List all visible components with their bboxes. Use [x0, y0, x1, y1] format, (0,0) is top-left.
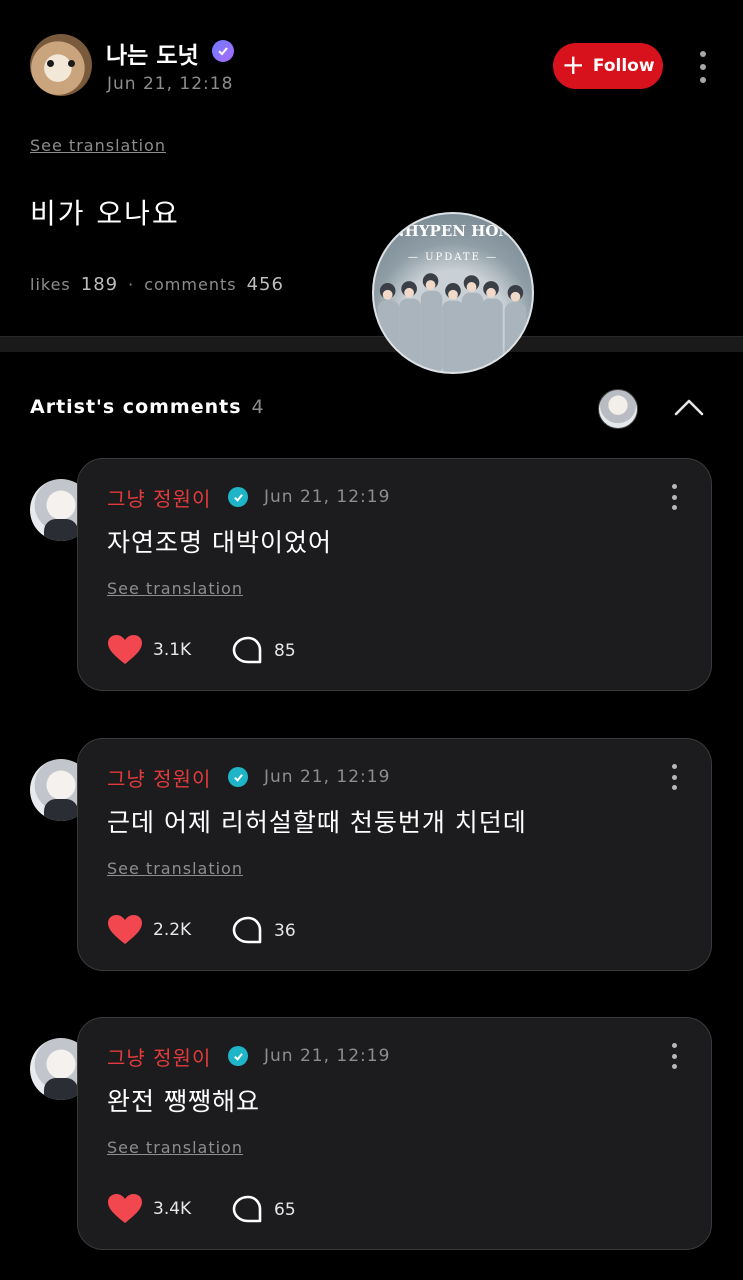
- commenter-name[interactable]: 그냥 정원이: [107, 763, 211, 792]
- heart-icon: [108, 1194, 142, 1223]
- like-button[interactable]: 2.2K: [107, 914, 191, 946]
- reply-count: 85: [274, 641, 296, 661]
- heart-icon: [108, 915, 142, 944]
- reply-button[interactable]: 85: [232, 636, 296, 666]
- comments-count: 456: [246, 274, 284, 295]
- watermark-subtitle: — UPDATE —: [407, 252, 499, 263]
- verified-badge-icon: [228, 1046, 248, 1066]
- follow-label: Follow: [592, 56, 655, 76]
- author-name[interactable]: 나는 도넛: [106, 36, 199, 70]
- like-count: 2.2K: [153, 920, 192, 940]
- like-button[interactable]: 3.1K: [107, 634, 191, 666]
- group-photo-icon: [377, 273, 527, 372]
- like-button[interactable]: 3.4K: [107, 1193, 191, 1225]
- post-timestamp: Jun 21, 12:18: [107, 74, 234, 94]
- comment-timestamp: Jun 21, 12:19: [264, 1046, 391, 1066]
- follow-button[interactable]: + Follow: [553, 43, 663, 89]
- more-options-icon[interactable]: [668, 764, 680, 790]
- comment-card: 그냥 정원이 Jun 21, 12:19 근데 어제 리허설할때 천둥번개 치던…: [77, 738, 712, 971]
- likes-label: likes: [30, 275, 71, 294]
- commenter-name[interactable]: 그냥 정원이: [107, 483, 211, 512]
- more-options-icon[interactable]: [668, 1043, 680, 1069]
- chevron-up-icon[interactable]: [673, 393, 705, 421]
- verified-badge-icon: [228, 767, 248, 787]
- comment-text: 완전 쨍쨍해요: [107, 1087, 260, 1116]
- artist-avatar[interactable]: [598, 389, 638, 429]
- likes-count: 189: [80, 274, 119, 295]
- section-divider: [0, 336, 743, 352]
- speech-bubble-icon: [232, 916, 262, 944]
- reply-button[interactable]: 36: [232, 916, 296, 946]
- comment-card: 그냥 정원이 Jun 21, 12:19 완전 쨍쨍해요 See transla…: [77, 1017, 712, 1250]
- watermark-title: ENHYPEN HOME: [379, 222, 527, 240]
- author-avatar[interactable]: [30, 34, 92, 96]
- verified-badge-icon: [228, 487, 248, 507]
- artist-comments-count: 4: [251, 396, 265, 418]
- comment-text: 자연조명 대박이었어: [107, 528, 332, 557]
- watermark-logo: ENHYPEN HOME — UPDATE —: [372, 212, 534, 374]
- reply-count: 65: [274, 1200, 296, 1220]
- more-options-icon[interactable]: [696, 51, 710, 83]
- see-translation-link[interactable]: See translation: [30, 136, 166, 155]
- plus-icon: +: [561, 47, 585, 81]
- comment-card: 그냥 정원이 Jun 21, 12:19 자연조명 대박이었어 See tran…: [77, 458, 712, 691]
- like-count: 3.4K: [153, 1199, 192, 1219]
- see-translation-link[interactable]: See translation: [107, 859, 243, 878]
- comments-label: comments: [144, 275, 237, 294]
- speech-bubble-icon: [232, 636, 262, 664]
- reply-button[interactable]: 65: [232, 1195, 296, 1225]
- comment-timestamp: Jun 21, 12:19: [264, 487, 391, 507]
- like-count: 3.1K: [153, 640, 192, 660]
- post-header: 나는 도넛 Jun 21, 12:18 + Follow: [0, 0, 743, 130]
- see-translation-link[interactable]: See translation: [107, 579, 243, 598]
- post-body-text: 비가 오나요: [30, 197, 180, 230]
- post-stats: likes 189 · comments 456: [30, 274, 284, 295]
- stats-separator: ·: [128, 275, 135, 294]
- comment-timestamp: Jun 21, 12:19: [264, 767, 391, 787]
- artist-comments-title: Artist's comments: [30, 396, 242, 418]
- commenter-name[interactable]: 그냥 정원이: [107, 1042, 211, 1071]
- speech-bubble-icon: [232, 1195, 262, 1223]
- verified-badge-icon: [212, 40, 234, 62]
- comment-text: 근데 어제 리허설할때 천둥번개 치던데: [107, 808, 527, 837]
- reply-count: 36: [274, 921, 296, 941]
- artist-comments-header: Artist's comments 4: [30, 396, 265, 418]
- more-options-icon[interactable]: [668, 484, 680, 510]
- heart-icon: [108, 635, 142, 664]
- see-translation-link[interactable]: See translation: [107, 1138, 243, 1157]
